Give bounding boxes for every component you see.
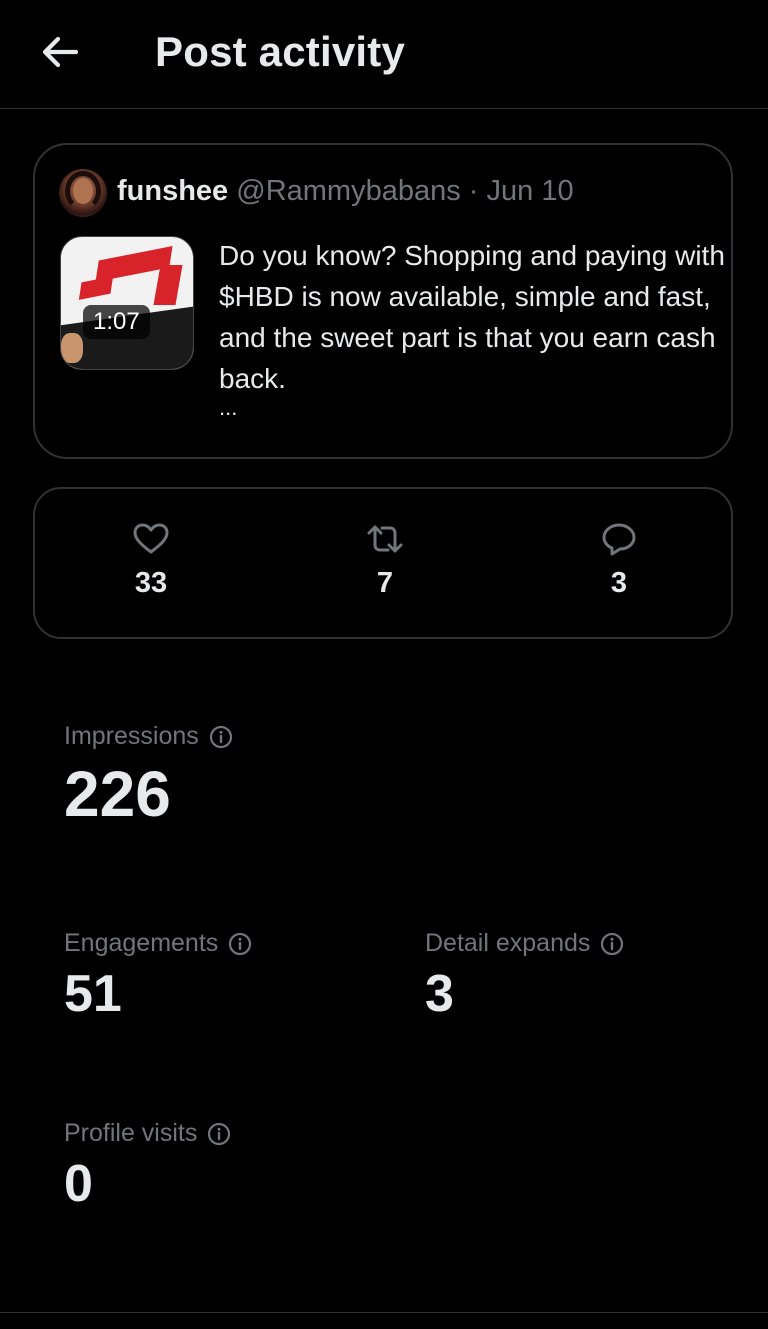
replies-count[interactable]: 3 bbox=[559, 519, 679, 600]
likes-count[interactable]: 33 bbox=[91, 519, 211, 600]
post-text: Do you know? Shopping and paying with $H… bbox=[219, 240, 725, 394]
detail-expands-label: Detail expands bbox=[425, 929, 591, 957]
reposts-value: 7 bbox=[376, 567, 394, 599]
author-name[interactable]: funshee bbox=[117, 175, 228, 207]
info-icon[interactable] bbox=[209, 725, 233, 749]
video-thumbnail[interactable]: 1:07 bbox=[60, 236, 194, 370]
detail-expands-label-row: Detail expands bbox=[425, 929, 624, 958]
engagements-label-row: Engagements bbox=[64, 929, 252, 958]
header-bar: Post activity bbox=[0, 0, 768, 109]
reposts-count[interactable]: 7 bbox=[325, 519, 445, 600]
arrow-left-icon bbox=[42, 36, 79, 68]
impressions-label: Impressions bbox=[64, 722, 199, 750]
profile-visits-label-row: Profile visits bbox=[64, 1119, 231, 1148]
impressions-label-row: Impressions bbox=[64, 722, 233, 751]
post-date: Jun 10 bbox=[486, 175, 574, 207]
likes-value: 33 bbox=[134, 567, 168, 599]
avatar[interactable] bbox=[59, 169, 107, 217]
impressions-metric: Impressions 226 bbox=[64, 722, 233, 831]
reply-bubble-icon bbox=[602, 523, 636, 556]
back-button[interactable] bbox=[28, 22, 92, 82]
post-author-line: funshee @Rammybabans · Jun 10 bbox=[117, 175, 574, 208]
page-title: Post activity bbox=[155, 28, 406, 75]
bottom-divider bbox=[0, 1312, 768, 1313]
detail-expands-metric: Detail expands 3 bbox=[425, 929, 624, 1024]
post-preview-card[interactable]: funshee @Rammybabans · Jun 10 1:07 Do yo… bbox=[33, 143, 733, 459]
engagements-value: 51 bbox=[64, 965, 122, 1023]
detail-expands-value: 3 bbox=[425, 965, 454, 1023]
info-icon[interactable] bbox=[600, 932, 624, 956]
engagements-metric: Engagements 51 bbox=[64, 929, 252, 1024]
profile-visits-value: 0 bbox=[64, 1155, 93, 1213]
engagement-counts-card: 33 7 3 bbox=[33, 487, 733, 639]
date-separator: · bbox=[468, 175, 479, 207]
replies-value: 3 bbox=[610, 567, 628, 599]
author-handle: @Rammybabans bbox=[236, 175, 461, 207]
engagements-label: Engagements bbox=[64, 929, 219, 957]
info-icon[interactable] bbox=[207, 1122, 231, 1146]
profile-visits-label: Profile visits bbox=[64, 1119, 198, 1147]
info-icon[interactable] bbox=[228, 932, 252, 956]
impressions-value: 226 bbox=[64, 758, 171, 830]
profile-visits-metric: Profile visits 0 bbox=[64, 1119, 231, 1214]
post-truncation: ... bbox=[219, 395, 238, 420]
video-duration-badge: 1:07 bbox=[83, 305, 150, 339]
heart-icon bbox=[133, 523, 169, 554]
repost-icon bbox=[367, 525, 403, 553]
